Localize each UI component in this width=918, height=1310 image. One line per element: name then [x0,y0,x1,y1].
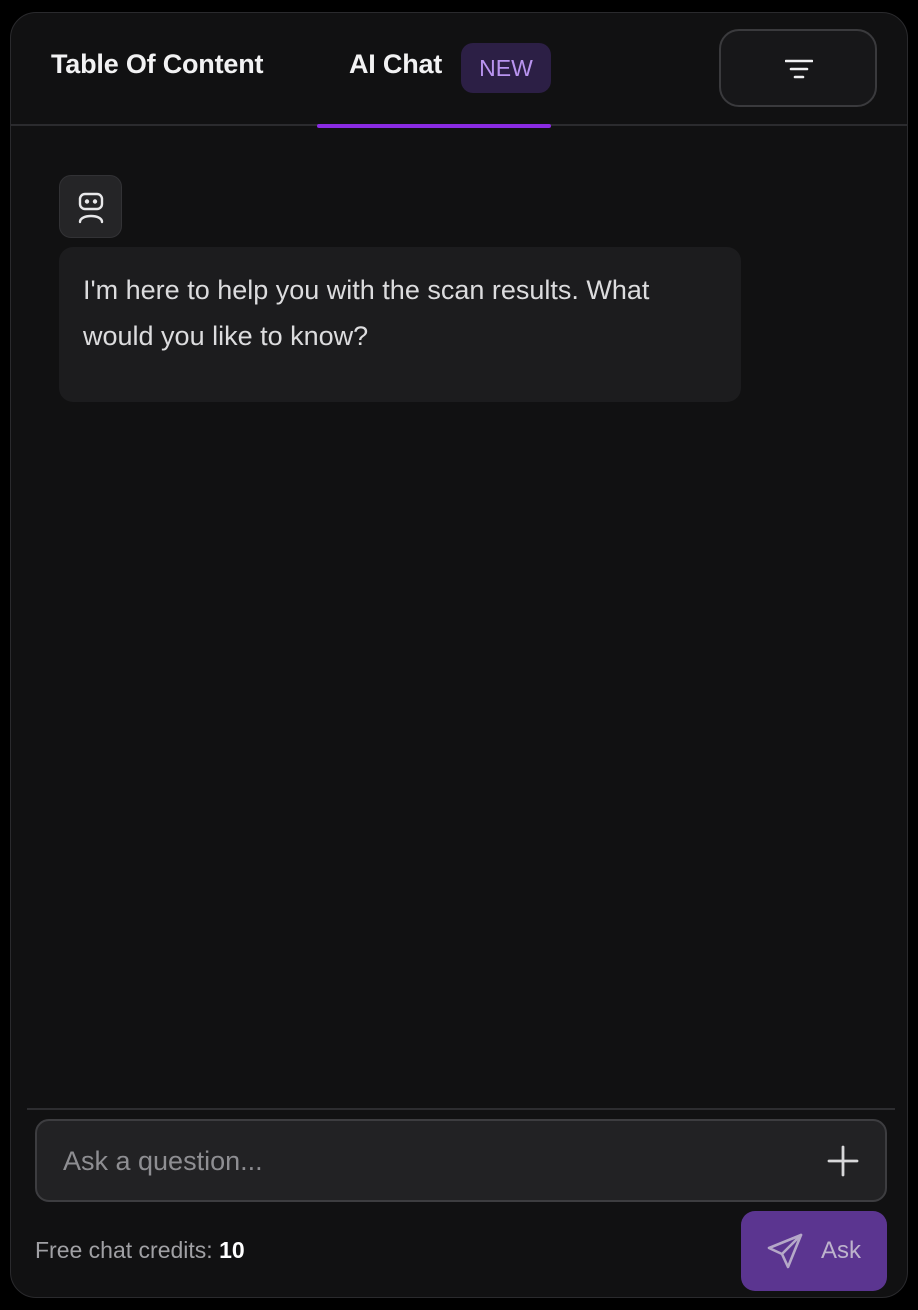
assistant-message: I'm here to help you with the scan resul… [59,247,741,402]
tab-ai-chat[interactable]: AI Chat NEW [317,13,551,128]
ask-button-label: Ask [821,1237,862,1264]
filter-lines-icon [785,59,813,79]
filter-button[interactable] [719,29,877,107]
ask-button[interactable]: Ask [741,1211,887,1291]
assistant-avatar [59,175,122,238]
attach-button[interactable] [823,1141,863,1181]
active-tab-indicator [317,124,551,128]
tab-table-of-content[interactable]: Table Of Content [51,49,263,80]
credits-label: Free chat credits: [35,1237,213,1263]
composer-divider [27,1108,895,1110]
panel-header: Table Of Content AI Chat NEW [11,13,907,128]
plus-icon [827,1145,859,1177]
tab-ai-chat-label: AI Chat [349,49,443,79]
credits-count: 10 [219,1237,245,1263]
new-badge: NEW [461,43,551,93]
chat-panel: Table Of Content AI Chat NEW I'm here to… [10,12,908,1298]
credits-info: Free chat credits: 10 [35,1237,245,1264]
robot-icon [78,192,104,224]
send-icon [767,1233,803,1269]
question-input[interactable] [61,1121,805,1202]
question-input-box[interactable] [35,1119,887,1202]
